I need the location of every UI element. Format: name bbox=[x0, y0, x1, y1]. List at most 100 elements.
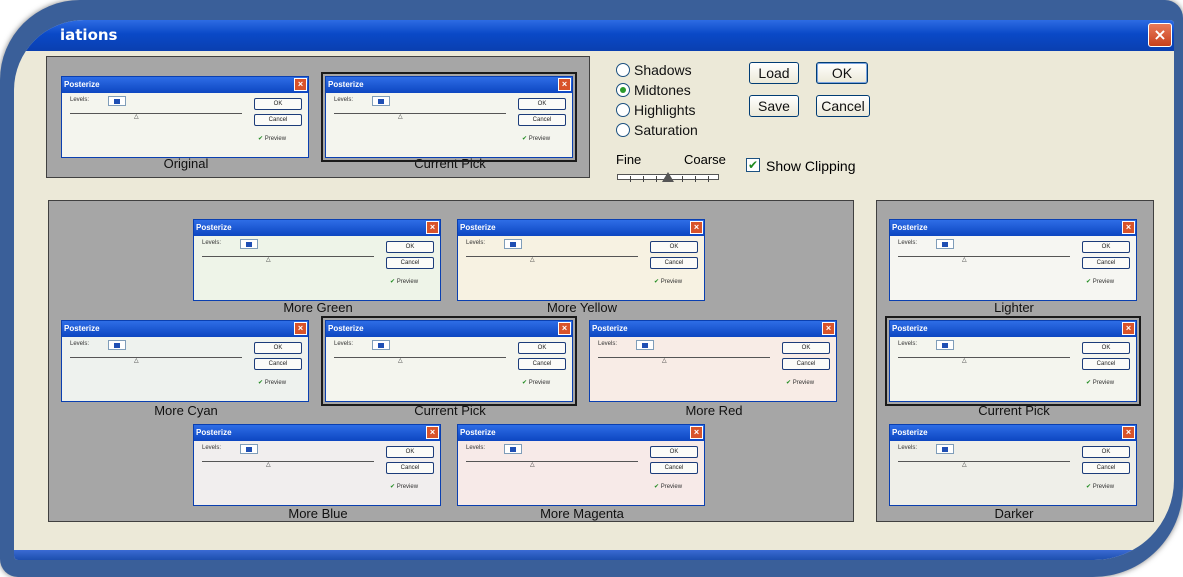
mini-preview-check: ✔ Preview bbox=[786, 380, 815, 386]
mini-preview-check: ✔ Preview bbox=[1086, 279, 1115, 285]
thumb-more-cyan[interactable]: Posterize × Levels: △ OK Cancel ✔ Previe… bbox=[61, 320, 309, 402]
mini-body: Levels: △ OK Cancel ✔ Preview bbox=[194, 441, 440, 505]
mini-title: Posterize bbox=[328, 324, 364, 333]
mini-close-icon: × bbox=[690, 426, 703, 439]
mini-cancel-button: Cancel bbox=[518, 358, 566, 370]
mini-slider-line bbox=[466, 256, 638, 257]
close-button[interactable]: × bbox=[1148, 23, 1172, 47]
mini-preview-check: ✔ Preview bbox=[522, 136, 551, 142]
thumb-more-red[interactable]: Posterize × Levels: △ OK Cancel ✔ Previe… bbox=[589, 320, 837, 402]
mini-preview-check: ✔ Preview bbox=[1086, 380, 1115, 386]
mini-title-bar: Posterize × bbox=[590, 321, 836, 337]
title-bar[interactable]: iations × bbox=[14, 20, 1174, 51]
slider-tick bbox=[708, 176, 709, 182]
mini-cancel-button: Cancel bbox=[650, 462, 698, 474]
mini-title-bar: Posterize × bbox=[890, 321, 1136, 337]
mini-slider-knob: △ bbox=[962, 257, 967, 263]
coarse-label: Coarse bbox=[684, 152, 726, 167]
slider-tick bbox=[682, 176, 683, 182]
mini-close-icon: × bbox=[822, 322, 835, 335]
mini-levels-label: Levels: bbox=[466, 240, 486, 246]
mini-cancel-button: Cancel bbox=[254, 114, 302, 126]
label-more-magenta: More Magenta bbox=[540, 506, 624, 521]
slider-knob[interactable] bbox=[662, 172, 674, 182]
slider-tick bbox=[656, 176, 657, 182]
radio-circle[interactable] bbox=[616, 103, 630, 117]
mini-body: Levels: △ OK Cancel ✔ Preview bbox=[326, 93, 572, 157]
mini-cancel-button: Cancel bbox=[518, 114, 566, 126]
bottom-strip bbox=[14, 550, 1174, 560]
save-button[interactable]: Save bbox=[749, 95, 799, 117]
show-clipping-checkbox[interactable]: ✔ bbox=[746, 158, 760, 172]
thumb-current-pick-right[interactable]: Posterize × Levels: △ OK Cancel ✔ Previe… bbox=[885, 316, 1141, 406]
load-button[interactable]: Load bbox=[749, 62, 799, 84]
window-title: iations bbox=[60, 26, 118, 44]
mini-slider-line bbox=[70, 357, 242, 358]
radio-midtones[interactable]: Midtones bbox=[616, 82, 691, 98]
mini-close-icon: × bbox=[690, 221, 703, 234]
mini-close-icon: × bbox=[294, 322, 307, 335]
mini-title-bar: Posterize × bbox=[890, 425, 1136, 441]
mini-title-bar: Posterize × bbox=[62, 321, 308, 337]
mini-preview-check: ✔ Preview bbox=[390, 279, 419, 285]
label-more-red: More Red bbox=[685, 403, 743, 418]
mini-ok-button: OK bbox=[650, 446, 698, 458]
mini-preview-check: ✔ Preview bbox=[522, 380, 551, 386]
mini-title: Posterize bbox=[892, 223, 928, 232]
mini-ok-button: OK bbox=[782, 342, 830, 354]
slider-tick bbox=[630, 176, 631, 182]
label-darker: Darker bbox=[994, 506, 1034, 521]
label-current-pick-top: Current Pick bbox=[414, 156, 486, 171]
mini-body: Levels: △ OK Cancel ✔ Preview bbox=[890, 441, 1136, 505]
thumb-more-green[interactable]: Posterize × Levels: △ OK Cancel ✔ Previe… bbox=[193, 219, 441, 301]
thumb-lighter[interactable]: Posterize × Levels: △ OK Cancel ✔ Previe… bbox=[889, 219, 1137, 301]
radio-label: Midtones bbox=[634, 82, 691, 98]
mini-slider-knob: △ bbox=[266, 462, 271, 468]
mini-body: Levels: △ OK Cancel ✔ Preview bbox=[890, 236, 1136, 300]
mini-slider-knob: △ bbox=[962, 358, 967, 364]
label-more-cyan: More Cyan bbox=[154, 403, 218, 418]
radio-circle[interactable] bbox=[616, 123, 630, 137]
radio-circle[interactable] bbox=[616, 83, 630, 97]
thumb-original[interactable]: Posterize × Levels: △ OK Cancel ✔ Previe… bbox=[61, 76, 309, 158]
mini-cancel-button: Cancel bbox=[386, 462, 434, 474]
mini-title-bar: Posterize × bbox=[62, 77, 308, 93]
mini-cancel-button: Cancel bbox=[1082, 462, 1130, 474]
mini-levels-field bbox=[636, 340, 654, 350]
mini-levels-field bbox=[372, 96, 390, 106]
mini-title-bar: Posterize × bbox=[194, 425, 440, 441]
mini-close-icon: × bbox=[1122, 426, 1135, 439]
radio-highlights[interactable]: Highlights bbox=[616, 102, 695, 118]
radio-saturation[interactable]: Saturation bbox=[616, 122, 698, 138]
mini-levels-label: Levels: bbox=[598, 341, 618, 347]
mini-close-icon: × bbox=[426, 221, 439, 234]
mini-ok-button: OK bbox=[518, 98, 566, 110]
mini-slider-knob: △ bbox=[134, 358, 139, 364]
mini-slider-knob: △ bbox=[398, 114, 403, 120]
mini-slider-knob: △ bbox=[662, 358, 667, 364]
cancel-button[interactable]: Cancel bbox=[816, 95, 870, 117]
mini-body: Levels: △ OK Cancel ✔ Preview bbox=[62, 337, 308, 401]
mini-levels-field bbox=[240, 444, 258, 454]
thumb-more-yellow[interactable]: Posterize × Levels: △ OK Cancel ✔ Previe… bbox=[457, 219, 705, 301]
mini-body: Levels: △ OK Cancel ✔ Preview bbox=[458, 236, 704, 300]
mini-close-icon: × bbox=[1122, 221, 1135, 234]
thumb-current-pick-top[interactable]: Posterize × Levels: △ OK Cancel ✔ Previe… bbox=[321, 72, 577, 162]
mini-levels-field bbox=[936, 340, 954, 350]
fine-label: Fine bbox=[616, 152, 642, 167]
mini-slider-knob: △ bbox=[530, 462, 535, 468]
radio-label: Highlights bbox=[634, 102, 696, 118]
thumb-darker[interactable]: Posterize × Levels: △ OK Cancel ✔ Previe… bbox=[889, 424, 1137, 506]
thumb-more-magenta[interactable]: Posterize × Levels: △ OK Cancel ✔ Previe… bbox=[457, 424, 705, 506]
radio-shadows[interactable]: Shadows bbox=[616, 62, 692, 78]
mini-body: Levels: △ OK Cancel ✔ Preview bbox=[890, 337, 1136, 401]
thumb-current-pick-center[interactable]: Posterize × Levels: △ OK Cancel ✔ Previe… bbox=[321, 316, 577, 406]
radio-circle[interactable] bbox=[616, 63, 630, 77]
mini-cancel-button: Cancel bbox=[1082, 257, 1130, 269]
mini-title-bar: Posterize × bbox=[458, 425, 704, 441]
mini-close-icon: × bbox=[426, 426, 439, 439]
mini-title: Posterize bbox=[328, 80, 364, 89]
ok-button[interactable]: OK bbox=[816, 62, 868, 84]
thumb-more-blue[interactable]: Posterize × Levels: △ OK Cancel ✔ Previe… bbox=[193, 424, 441, 506]
label-more-blue: More Blue bbox=[288, 506, 348, 521]
